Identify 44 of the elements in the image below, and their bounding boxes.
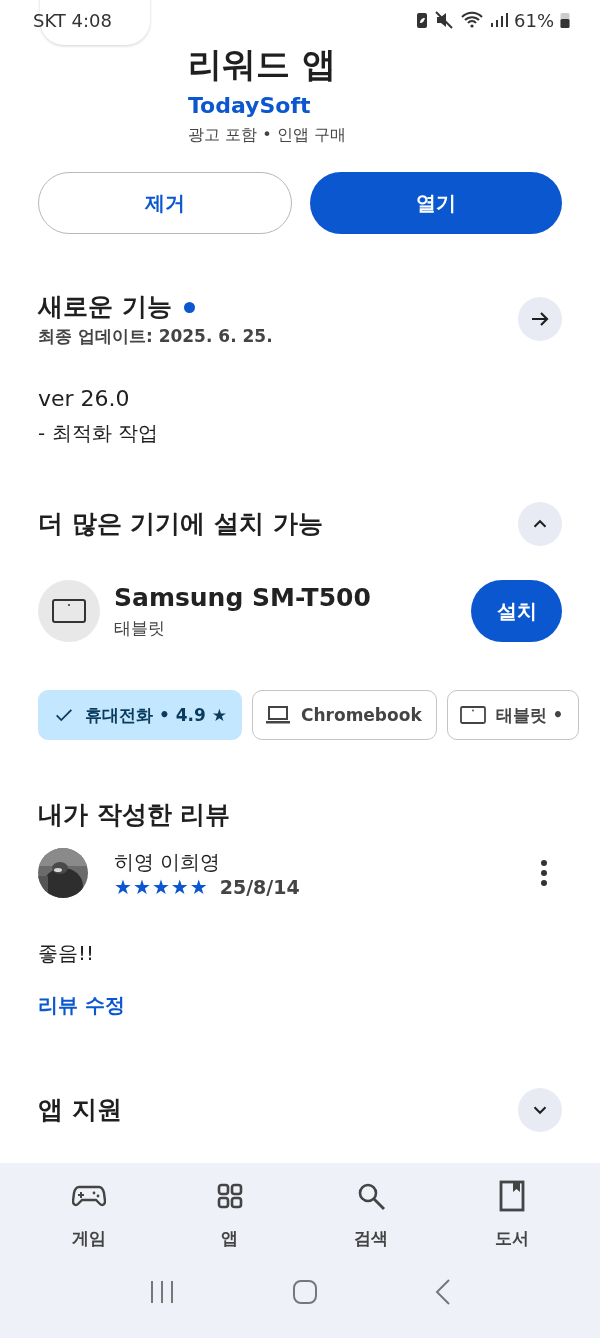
nav-tab[interactable]: 검색 — [320, 1179, 421, 1250]
developer-link[interactable]: TodaySoft — [188, 90, 600, 122]
signal-icon — [490, 12, 508, 28]
nav-tab[interactable]: 게임 — [38, 1179, 139, 1250]
section-title: 더 많은 기기에 설치 가능 — [38, 508, 323, 540]
apps-grid-icon — [216, 1183, 243, 1209]
update-date: 최종 업데이트: 2025. 6. 25. — [38, 325, 273, 348]
mute-icon — [434, 10, 454, 30]
recent-apps-icon[interactable] — [148, 1280, 175, 1304]
section-title: 앱 지원 — [38, 1094, 122, 1126]
carrier-time: SKT 4:08 — [33, 9, 112, 31]
book-icon — [498, 1180, 525, 1212]
edit-review-link[interactable]: 리뷰 수정 — [38, 990, 125, 1020]
tablet-icon — [459, 705, 486, 725]
uninstall-button[interactable]: 제거 — [38, 172, 292, 234]
device-filter-chip[interactable]: 휴대전화 • 4.9 ★ — [38, 690, 242, 740]
install-button[interactable]: 설치 — [471, 580, 562, 642]
section-title: 내가 작성한 리뷰 — [38, 799, 231, 831]
laptop-icon — [265, 705, 291, 725]
app-title: 리워드 앱 — [188, 43, 337, 86]
reviewer-name: 히영 이희영 — [114, 849, 222, 876]
nav-tab[interactable]: 도서 — [461, 1179, 562, 1250]
release-note: ver 26.0 — [38, 385, 131, 413]
device-filter-chip[interactable]: 태블릿 • — [446, 690, 579, 740]
battery-level: 61% — [514, 9, 554, 31]
gamepad-icon — [71, 1184, 106, 1208]
battery-saver-icon — [416, 11, 428, 29]
more-icon[interactable] — [540, 859, 548, 887]
review-text: 좋음!! — [37, 940, 96, 967]
open-button[interactable]: 열기 — [310, 172, 562, 234]
nav-tab[interactable]: 앱 — [179, 1179, 280, 1250]
release-note: - 최적화 작업 — [38, 420, 159, 447]
star-rating: ★★★★★ — [114, 876, 208, 898]
device-type: 태블릿 — [114, 617, 166, 640]
battery-icon — [560, 11, 570, 29]
section-title: 새로운 기능 — [38, 291, 172, 323]
home-icon[interactable] — [292, 1279, 318, 1305]
back-icon[interactable] — [435, 1278, 452, 1306]
arrow-button[interactable] — [518, 297, 562, 341]
device-name: Samsung SM-T500 — [114, 582, 372, 614]
device-filter-chip[interactable]: Chromebook — [252, 690, 437, 740]
app-meta: 광고 포함 • 인앱 구매 — [188, 124, 347, 146]
wifi-icon — [460, 10, 484, 30]
review-date: 25/8/14 — [219, 876, 300, 898]
